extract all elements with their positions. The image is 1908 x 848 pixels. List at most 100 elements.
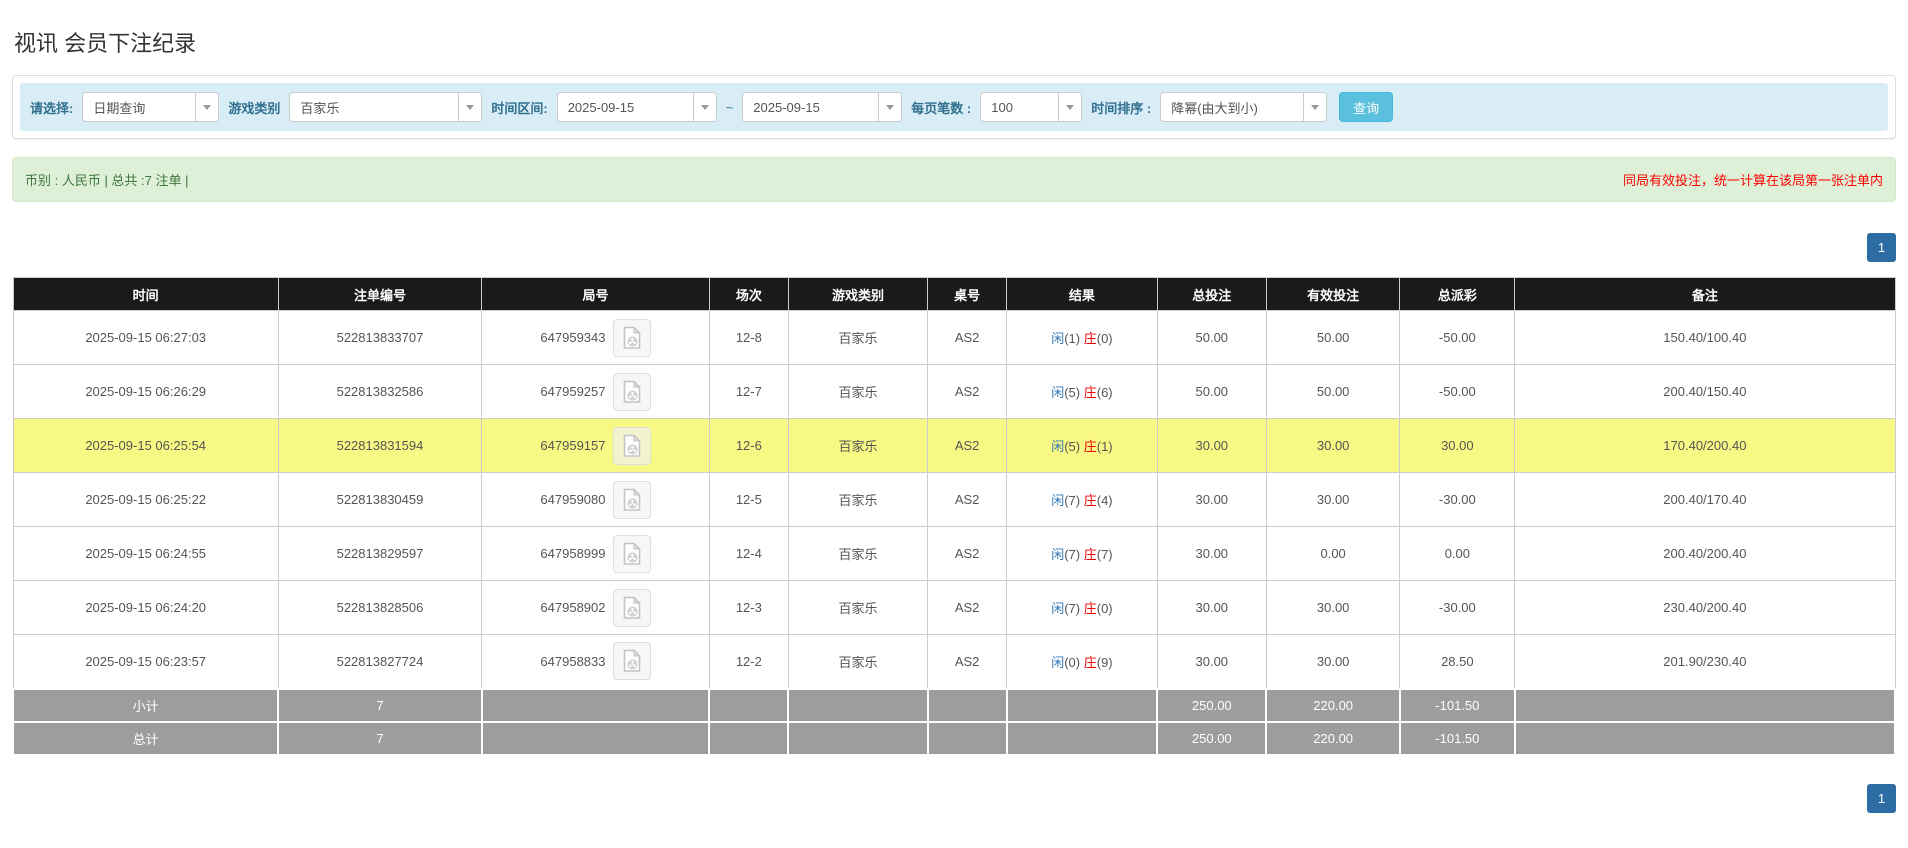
result-banker-count: (6) — [1096, 385, 1113, 400]
cell-total-bet[interactable]: 30.00 — [1156, 526, 1267, 581]
chevron-down-icon — [1303, 93, 1327, 121]
table-row: 2025-09-15 06:25:54 522813831594 6479591… — [12, 418, 1896, 473]
result-player-count: (1) — [1064, 331, 1081, 346]
cell-valid-bet: 30.00 — [1265, 634, 1401, 689]
video-record-button[interactable] — [612, 642, 651, 681]
cell-payout: 0.00 — [1399, 526, 1516, 581]
cell-result: 闲(1) 庄(0) — [1006, 310, 1158, 365]
video-record-button[interactable] — [612, 426, 651, 465]
cell-total-bet[interactable]: 30.00 — [1156, 580, 1267, 635]
game-type-select[interactable]: 百家乐 — [289, 92, 483, 122]
cell-bet-id: 522813833707 — [277, 310, 483, 365]
column-header: 场次 — [708, 277, 789, 311]
chevron-down-icon — [692, 93, 716, 121]
video-file-icon — [623, 649, 641, 673]
cell-round: 647958902 — [481, 580, 710, 635]
result-banker-count: (1) — [1096, 439, 1113, 454]
video-record-button[interactable] — [612, 588, 651, 627]
pagination-bottom: 1 — [12, 783, 1896, 813]
cell-bet-id: 522813830459 — [277, 472, 483, 527]
cell-session: 12-8 — [708, 310, 789, 365]
result-banker-count: (0) — [1096, 331, 1113, 346]
cell-bet-id: 522813831594 — [277, 418, 483, 473]
video-record-button[interactable] — [612, 372, 651, 411]
cell-total-bet[interactable]: 30.00 — [1156, 634, 1267, 689]
result-player-count: (5) — [1064, 439, 1081, 454]
video-record-button[interactable] — [612, 480, 651, 519]
date-from-select[interactable]: 2025-09-15 — [556, 92, 717, 122]
video-record-button[interactable] — [612, 534, 651, 573]
result-player-count: (7) — [1064, 493, 1081, 508]
page-1-button[interactable]: 1 — [1867, 783, 1896, 813]
query-type-select[interactable]: 日期查询 — [82, 92, 220, 122]
cell-round: 647959157 — [481, 418, 710, 473]
page-1-button[interactable]: 1 — [1867, 233, 1896, 262]
round-id: 647958902 — [540, 600, 606, 615]
cell-session: 12-3 — [708, 580, 789, 635]
cell-result: 闲(7) 庄(4) — [1006, 472, 1158, 527]
cell-note: 200.40/170.40 — [1514, 472, 1896, 527]
time-sort-value: 降幂(由大到小) — [1171, 100, 1258, 116]
cell-payout: -50.00 — [1399, 310, 1516, 365]
cell-total-bet[interactable]: 50.00 — [1156, 364, 1267, 419]
cell-table: AS2 — [927, 526, 1008, 581]
cell-valid-bet: 0.00 — [1265, 526, 1401, 581]
cell-session: 12-4 — [708, 526, 789, 581]
cell-total-bet[interactable]: 50.00 — [1156, 310, 1267, 365]
chevron-down-icon — [195, 93, 219, 121]
cell-payout: 30.00 — [1399, 418, 1516, 473]
result-player-count: (0) — [1064, 654, 1081, 670]
video-file-icon — [623, 379, 641, 403]
result-banker-count: (9) — [1096, 654, 1113, 670]
range-separator: ~ — [725, 99, 734, 115]
search-button[interactable]: 查询 — [1339, 92, 1394, 122]
result-player-count: (7) — [1064, 601, 1081, 616]
result-player-label: 闲 — [1051, 439, 1065, 454]
cell-table: AS2 — [927, 580, 1008, 635]
cell-payout: -30.00 — [1399, 580, 1516, 635]
cell-game: 百家乐 — [787, 580, 929, 635]
result-banker-label: 庄 — [1083, 385, 1097, 400]
per-page-select[interactable]: 100 — [980, 92, 1083, 122]
subtotal-count: 7 — [277, 687, 483, 723]
cell-table: AS2 — [927, 472, 1008, 527]
column-header: 注单编号 — [277, 277, 483, 311]
cell-payout: 28.50 — [1399, 634, 1516, 689]
cell-game: 百家乐 — [787, 634, 929, 689]
per-page-value: 100 — [991, 99, 1013, 115]
result-banker-label: 庄 — [1083, 331, 1097, 346]
date-to-select[interactable]: 2025-09-15 — [742, 92, 903, 122]
cell-round: 647959080 — [481, 472, 710, 527]
cell-time: 2025-09-15 06:27:03 — [12, 310, 279, 365]
cell-payout: -30.00 — [1399, 472, 1516, 527]
cell-time: 2025-09-15 06:24:55 — [12, 526, 279, 581]
date-to-value: 2025-09-15 — [753, 99, 820, 115]
cell-note: 230.40/200.40 — [1514, 580, 1896, 635]
cell-bet-id: 522813828506 — [277, 580, 483, 635]
per-page-label: 每页笔数 : — [911, 100, 972, 116]
time-sort-select[interactable]: 降幂(由大到小) — [1160, 92, 1328, 122]
filter-bar: 请选择: 日期查询 游戏类别 百家乐 时间区间: 2025-09-15 ~ 20… — [20, 83, 1888, 131]
date-from-value: 2025-09-15 — [567, 99, 635, 115]
cell-note: 201.90/230.40 — [1514, 634, 1896, 689]
cell-total-bet[interactable]: 30.00 — [1156, 472, 1267, 527]
column-header: 总投注 — [1156, 277, 1267, 311]
result-banker-label: 庄 — [1083, 547, 1097, 562]
result-player-label: 闲 — [1051, 654, 1065, 670]
cell-total-bet[interactable]: 30.00 — [1156, 418, 1267, 473]
cell-round: 647958999 — [481, 526, 710, 581]
result-banker-label: 庄 — [1083, 654, 1097, 670]
cell-result: 闲(7) 庄(7) — [1006, 526, 1158, 581]
subtotal-valid-bet: 220.00 — [1265, 687, 1401, 723]
cell-game: 百家乐 — [787, 472, 929, 527]
cell-table: AS2 — [927, 310, 1008, 365]
time-range-label: 时间区间: — [491, 100, 548, 116]
total-total-bet: 250.00 — [1156, 720, 1268, 756]
cell-table: AS2 — [927, 418, 1008, 473]
video-file-icon — [623, 541, 641, 565]
cell-table: AS2 — [927, 634, 1008, 689]
video-record-button[interactable] — [612, 318, 651, 357]
result-banker-count: (0) — [1096, 601, 1113, 616]
column-header: 时间 — [12, 277, 279, 311]
round-id: 647958999 — [540, 546, 606, 561]
